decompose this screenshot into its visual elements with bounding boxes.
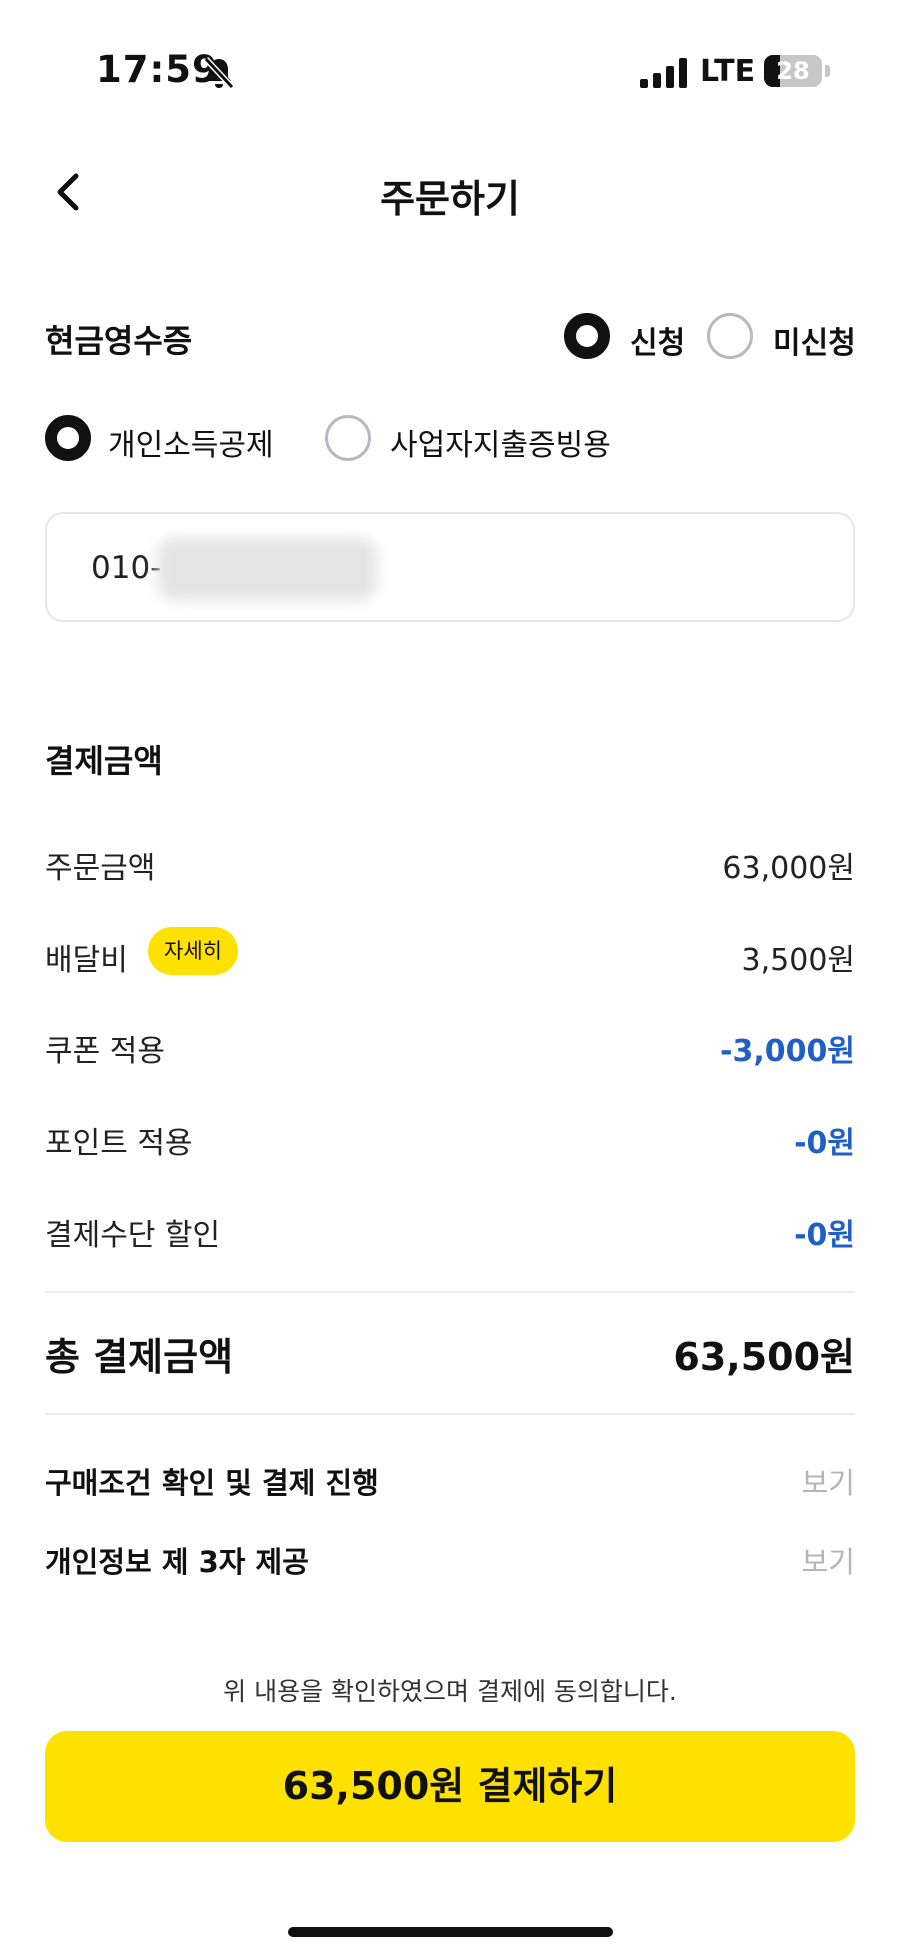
radio-business-proof-label[interactable]: 사업자지출증빙용 bbox=[390, 420, 611, 464]
purchase-terms-label: 구매조건 확인 및 결제 진행 bbox=[45, 1466, 379, 1500]
status-bar: 17:59 LTE 28 bbox=[0, 0, 900, 150]
battery-icon: 28 bbox=[764, 55, 822, 87]
coupon-label: 쿠폰 적용 bbox=[45, 1034, 165, 1069]
phone-number-field[interactable]: 010- bbox=[45, 512, 855, 622]
total-amount-value: 63,500원 bbox=[673, 1335, 855, 1379]
privacy-third-party-view-link[interactable]: 보기 bbox=[802, 1539, 855, 1581]
home-indicator bbox=[288, 1927, 613, 1937]
total-amount-label: 총 결제금액 bbox=[45, 1335, 234, 1379]
page-title: 주문하기 bbox=[380, 177, 520, 221]
radio-personal-deduction-label[interactable]: 개인소득공제 bbox=[108, 420, 274, 464]
radio-apply-label[interactable]: 신청 bbox=[630, 318, 685, 362]
signal-icon bbox=[640, 58, 688, 88]
radio-not-apply-label[interactable]: 미신청 bbox=[773, 318, 856, 362]
payment-method-discount-value: -0원 bbox=[794, 1218, 855, 1253]
payment-method-discount-label: 결제수단 할인 bbox=[45, 1218, 221, 1253]
radio-not-apply[interactable] bbox=[707, 313, 753, 359]
network-type: LTE bbox=[700, 54, 756, 89]
radio-apply[interactable] bbox=[564, 313, 610, 359]
coupon-value: -3,000원 bbox=[720, 1034, 855, 1069]
delivery-fee-value: 3,500원 bbox=[741, 943, 855, 978]
radio-personal-deduction[interactable] bbox=[45, 415, 91, 461]
cash-receipt-label: 현금영수증 bbox=[45, 322, 193, 360]
point-value: -0원 bbox=[794, 1126, 855, 1161]
agreement-text: 위 내용을 확인하였으며 결제에 동의합니다. bbox=[223, 1677, 677, 1706]
divider bbox=[45, 1413, 855, 1415]
privacy-third-party-label: 개인정보 제 3자 제공 bbox=[45, 1545, 309, 1579]
bell-off-icon bbox=[203, 56, 235, 90]
pay-button[interactable]: 63,500원 결제하기 bbox=[45, 1731, 855, 1842]
order-amount-label: 주문금액 bbox=[45, 851, 156, 886]
delivery-fee-label: 배달비 bbox=[45, 943, 128, 978]
point-label: 포인트 적용 bbox=[45, 1126, 193, 1161]
radio-business-proof[interactable] bbox=[325, 415, 371, 461]
order-amount-value: 63,000원 bbox=[722, 851, 855, 886]
battery-percent: 28 bbox=[776, 57, 810, 85]
status-time: 17:59 bbox=[96, 48, 219, 91]
delivery-fee-detail-button[interactable]: 자세히 bbox=[148, 927, 238, 975]
payment-amount-label: 결제금액 bbox=[45, 742, 163, 780]
phone-number-masked bbox=[157, 538, 377, 600]
phone-number-prefix: 010- bbox=[91, 550, 162, 586]
battery-nub bbox=[825, 65, 830, 77]
purchase-terms-view-link[interactable]: 보기 bbox=[802, 1460, 855, 1502]
divider bbox=[45, 1291, 855, 1293]
